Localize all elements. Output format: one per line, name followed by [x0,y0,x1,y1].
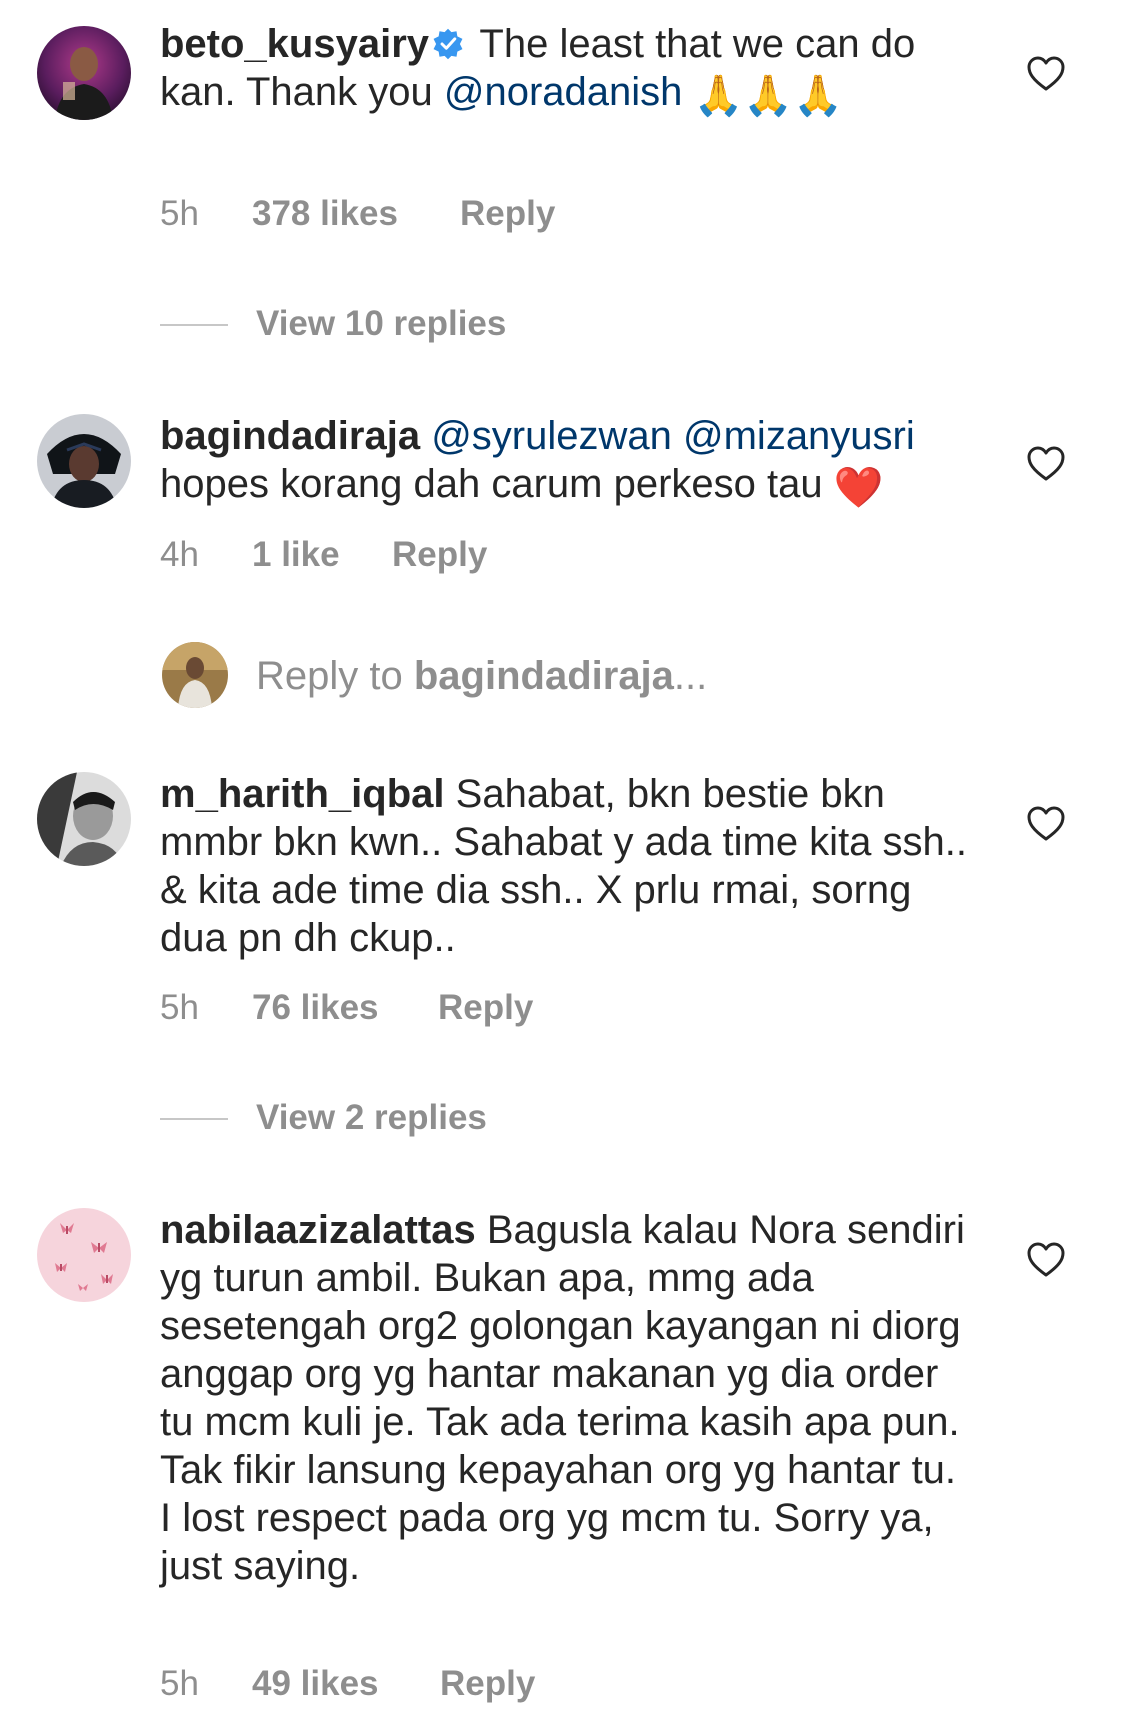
like-heart-icon[interactable] [1026,804,1066,844]
heart-emoji: ❤️ [833,465,884,511]
comment-body: m_harith_iqbal Sahabat, bkn bestie bkn m… [160,770,970,962]
pray-emoji: 🙏🙏🙏 [693,73,843,119]
reply-to-text: Reply to bagindadiraja... [256,654,707,698]
avatar[interactable] [37,1208,131,1302]
reply-button[interactable]: Reply [460,192,555,236]
avatar[interactable] [37,26,131,120]
avatar[interactable] [37,414,131,508]
reply-to-username: bagindadiraja [413,654,674,698]
verified-badge-icon [433,28,463,60]
reply-to-suffix: ... [673,654,708,698]
like-heart-icon[interactable] [1026,54,1066,94]
comment-username[interactable]: bagindadiraja [160,414,420,458]
comment-username[interactable]: beto_kusyairy [160,22,429,66]
comment-body: nabilaazizalattas Bagusla kalau Nora sen… [160,1206,970,1590]
mention-link[interactable]: @mizanyusri [683,414,915,458]
like-heart-icon[interactable] [1026,444,1066,484]
avatar[interactable] [37,772,131,866]
comment-time: 5h [160,988,199,1027]
current-user-avatar [162,642,228,708]
reply-button[interactable]: Reply [438,986,533,1030]
divider-line [160,1118,228,1120]
reply-to-prefix: Reply to [256,654,414,698]
like-heart-icon[interactable] [1026,1240,1066,1280]
comment-time: 5h [160,194,199,233]
reply-button[interactable]: Reply [392,533,487,577]
likes-count[interactable]: 49 likes [252,1662,379,1706]
likes-count[interactable]: 1 like [252,533,340,577]
comment-username[interactable]: nabilaazizalattas [160,1208,476,1252]
mention-link[interactable]: @syrulezwan [431,414,672,458]
comment-username[interactable]: m_harith_iqbal [160,772,445,816]
comment-text: hopes korang dah carum perkeso tau [160,462,823,506]
comment-body: beto_kusyairy The least that we can do k… [160,20,970,120]
divider-line [160,324,228,326]
likes-count[interactable]: 76 likes [252,986,379,1030]
likes-count[interactable]: 378 likes [252,192,398,236]
view-replies-label: View 2 replies [256,1098,487,1137]
comment-body: bagindadiraja @syrulezwan @mizanyusri ho… [160,412,970,512]
comment-text: Bagusla kalau Nora sendiri yg turun ambi… [160,1208,965,1588]
view-replies-label: View 10 replies [256,304,507,343]
mention-link[interactable]: @noradanish [444,70,683,114]
reply-button[interactable]: Reply [440,1662,535,1706]
comment-time: 4h [160,535,199,574]
comment-time: 5h [160,1664,199,1703]
